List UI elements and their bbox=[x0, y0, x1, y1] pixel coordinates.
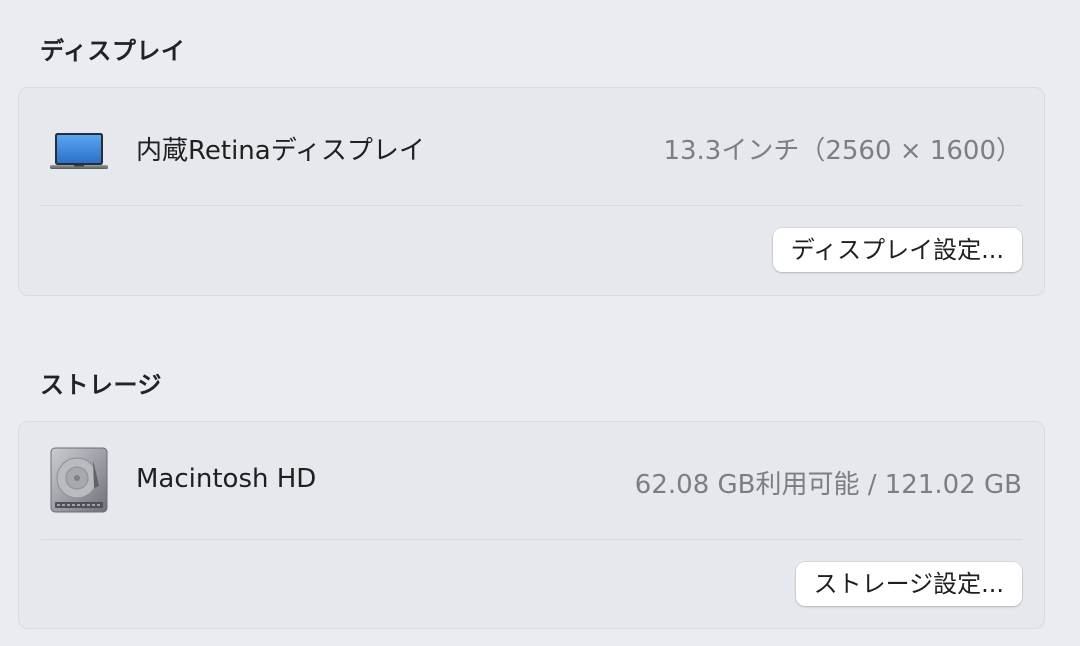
storage-settings-button[interactable]: ストレージ設定... bbox=[795, 562, 1022, 606]
display-divider bbox=[41, 205, 1022, 206]
display-section-title: ディスプレイ bbox=[40, 37, 186, 65]
display-card: 内蔵Retinaディスプレイ 13.3インチ（2560 × 1600） ディスプ… bbox=[18, 87, 1045, 296]
drive-capacity: 62.08 GB利用可能 / 121.02 GB bbox=[634, 470, 1022, 500]
storage-row: Macintosh HD 62.08 GB利用可能 / 121.02 GB bbox=[19, 422, 1044, 540]
display-name: 内蔵Retinaディスプレイ bbox=[136, 136, 425, 166]
hard-drive-icon bbox=[47, 446, 111, 516]
display-settings-button[interactable]: ディスプレイ設定... bbox=[772, 228, 1022, 272]
display-resolution: 13.3インチ（2560 × 1600） bbox=[663, 136, 1022, 166]
drive-name: Macintosh HD bbox=[136, 464, 317, 494]
storage-card: Macintosh HD 62.08 GB利用可能 / 121.02 GB スト… bbox=[18, 421, 1045, 629]
storage-section-title: ストレージ bbox=[40, 371, 163, 399]
storage-divider bbox=[41, 539, 1022, 540]
laptop-icon bbox=[47, 112, 111, 182]
display-row: 内蔵Retinaディスプレイ 13.3インチ（2560 × 1600） bbox=[19, 88, 1044, 206]
